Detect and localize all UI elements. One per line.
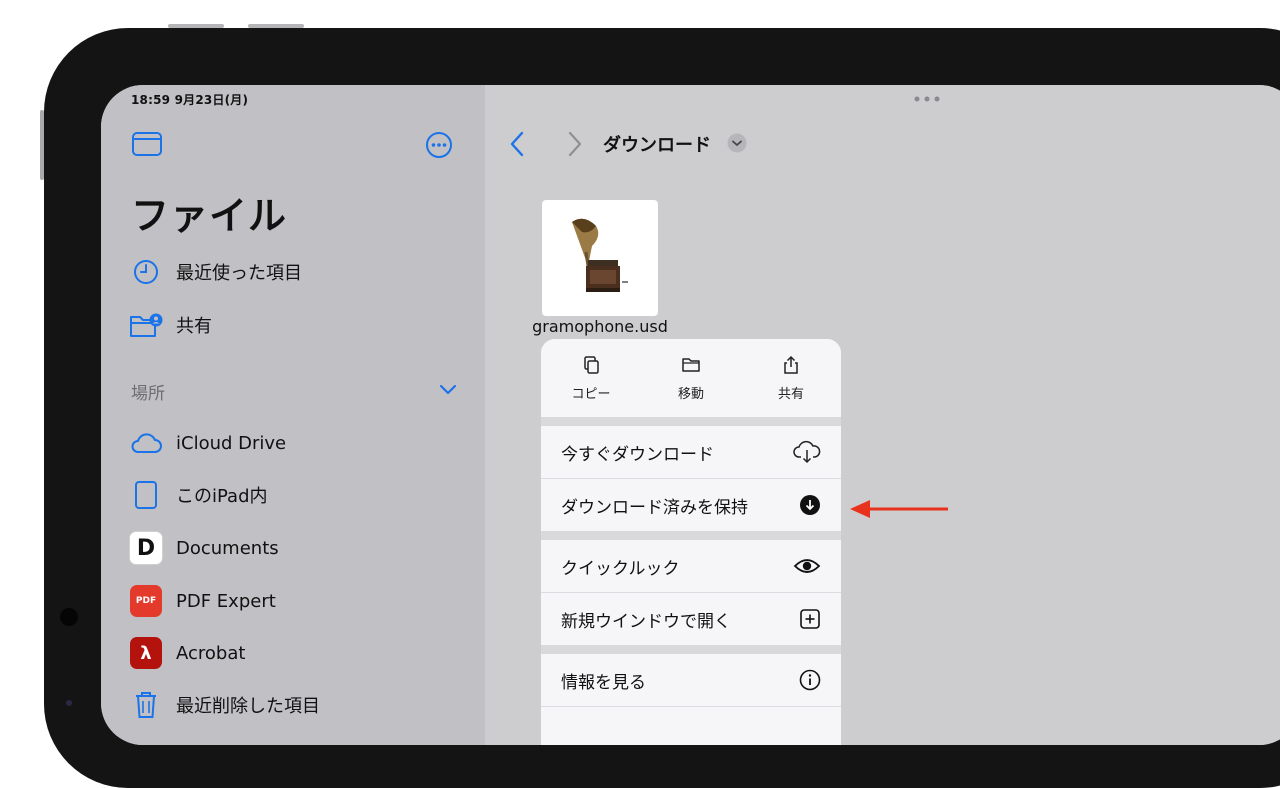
copy-button[interactable]: コピー xyxy=(541,355,641,402)
share-icon xyxy=(784,355,798,374)
move-label: 移動 xyxy=(677,387,704,402)
menu-item-label: 新規ウインドウで開く xyxy=(561,611,731,632)
file-name[interactable]: gramophone.usd xyxy=(509,317,691,336)
sidebar-toggle-icon[interactable] xyxy=(131,131,163,157)
cloud-icon xyxy=(129,426,163,460)
sidebar-item-pdf-expert[interactable]: PDF PDF Expert xyxy=(129,581,459,621)
sidebar-item-label: Documents xyxy=(176,537,279,559)
new-window-icon xyxy=(800,609,820,629)
sidebar-title: ファイル xyxy=(131,194,288,238)
annotation-arrow-icon xyxy=(850,500,948,518)
menu-item-download-now[interactable]: 今すぐダウンロード xyxy=(541,426,841,478)
menu-item-keep-downloaded[interactable]: ダウンロード済みを保持 xyxy=(541,479,841,531)
menu-item-label: 今すぐダウンロード xyxy=(561,444,714,465)
copy-label: コピー xyxy=(571,387,611,402)
sidebar-item-acrobat[interactable]: λ Acrobat xyxy=(129,633,459,673)
sidebar-item-label: iCloud Drive xyxy=(176,432,287,454)
shared-folder-icon xyxy=(129,308,163,342)
ipad-icon xyxy=(129,478,163,512)
eye-icon xyxy=(793,559,821,573)
menu-item-quick-look[interactable]: クイックルック xyxy=(541,540,841,592)
menu-separator xyxy=(541,531,841,540)
menu-item-label: ダウンロード済みを保持 xyxy=(561,497,748,518)
breadcrumb[interactable]: ダウンロード xyxy=(603,131,711,157)
menu-item-open-new-window[interactable]: 新規ウインドウで開く xyxy=(541,593,841,645)
info-icon xyxy=(799,669,821,691)
menu-item-get-info[interactable]: 情報を見る xyxy=(541,654,841,706)
section-label-locations: 場所 xyxy=(131,384,165,404)
context-menu: コピー 移動 共有 今すぐダウンロード ダウンロード済みを保持 クイックルック … xyxy=(541,339,841,745)
sidebar-item-shared[interactable]: 共有 xyxy=(129,305,459,345)
pdf-expert-app-icon: PDF xyxy=(129,584,163,618)
download-circle-icon xyxy=(800,495,820,515)
share-button[interactable]: 共有 xyxy=(741,355,841,402)
trash-icon xyxy=(129,688,163,722)
ipad-screen: 18:59 9月23日(月) ファイル 最近使った項目 共有 場所 iCloud… xyxy=(101,85,1280,745)
menu-item-more[interactable] xyxy=(541,707,841,745)
icloud-download-icon xyxy=(793,440,821,464)
share-label: 共有 xyxy=(777,387,804,402)
menu-item-label: クイックルック xyxy=(561,558,680,579)
folder-icon xyxy=(682,358,700,372)
breadcrumb-chevron-down-icon[interactable] xyxy=(727,133,747,153)
more-options-icon[interactable] xyxy=(425,131,453,159)
front-camera xyxy=(60,608,78,626)
sidebar-item-label: Acrobat xyxy=(176,642,246,664)
sidebar-item-recents[interactable]: 最近使った項目 xyxy=(129,252,459,292)
menu-separator xyxy=(541,417,841,426)
clock-icon xyxy=(129,255,163,289)
sensor-dot xyxy=(66,700,72,706)
move-button[interactable]: 移動 xyxy=(641,355,741,402)
sidebar-item-label: 最近使った項目 xyxy=(176,263,302,284)
sidebar-item-label: PDF Expert xyxy=(176,590,276,612)
sidebar-item-label: このiPad内 xyxy=(176,486,268,507)
sidebar-item-recently-deleted[interactable]: 最近削除した項目 xyxy=(129,685,459,725)
copy-icon xyxy=(584,356,599,374)
acrobat-app-icon: λ xyxy=(129,636,163,670)
sidebar-item-label: 共有 xyxy=(176,316,212,337)
sidebar-item-documents[interactable]: D Documents xyxy=(129,528,459,568)
back-chevron-icon[interactable] xyxy=(509,131,525,157)
documents-app-icon: D xyxy=(129,531,163,565)
sidebar: 18:59 9月23日(月) ファイル 最近使った項目 共有 場所 iCloud… xyxy=(101,85,485,745)
quick-actions-row: コピー 移動 共有 xyxy=(541,339,841,417)
sidebar-item-label: 最近削除した項目 xyxy=(176,696,320,717)
forward-chevron-icon[interactable] xyxy=(567,131,583,157)
menu-separator xyxy=(541,645,841,654)
status-time: 18:59 9月23日(月) xyxy=(131,93,249,107)
sidebar-item-icloud-drive[interactable]: iCloud Drive xyxy=(129,423,459,463)
main-content: ダウンロード gramophone.usd コピー 移動 共有 今すぐダウンロー… xyxy=(485,85,1280,745)
multitasking-dots-icon[interactable] xyxy=(913,95,941,103)
sidebar-item-on-my-ipad[interactable]: このiPad内 xyxy=(129,475,459,515)
gramophone-icon xyxy=(572,218,628,292)
chevron-down-icon[interactable] xyxy=(439,384,457,396)
menu-item-label: 情報を見る xyxy=(561,672,646,693)
file-thumbnail[interactable] xyxy=(542,200,658,316)
